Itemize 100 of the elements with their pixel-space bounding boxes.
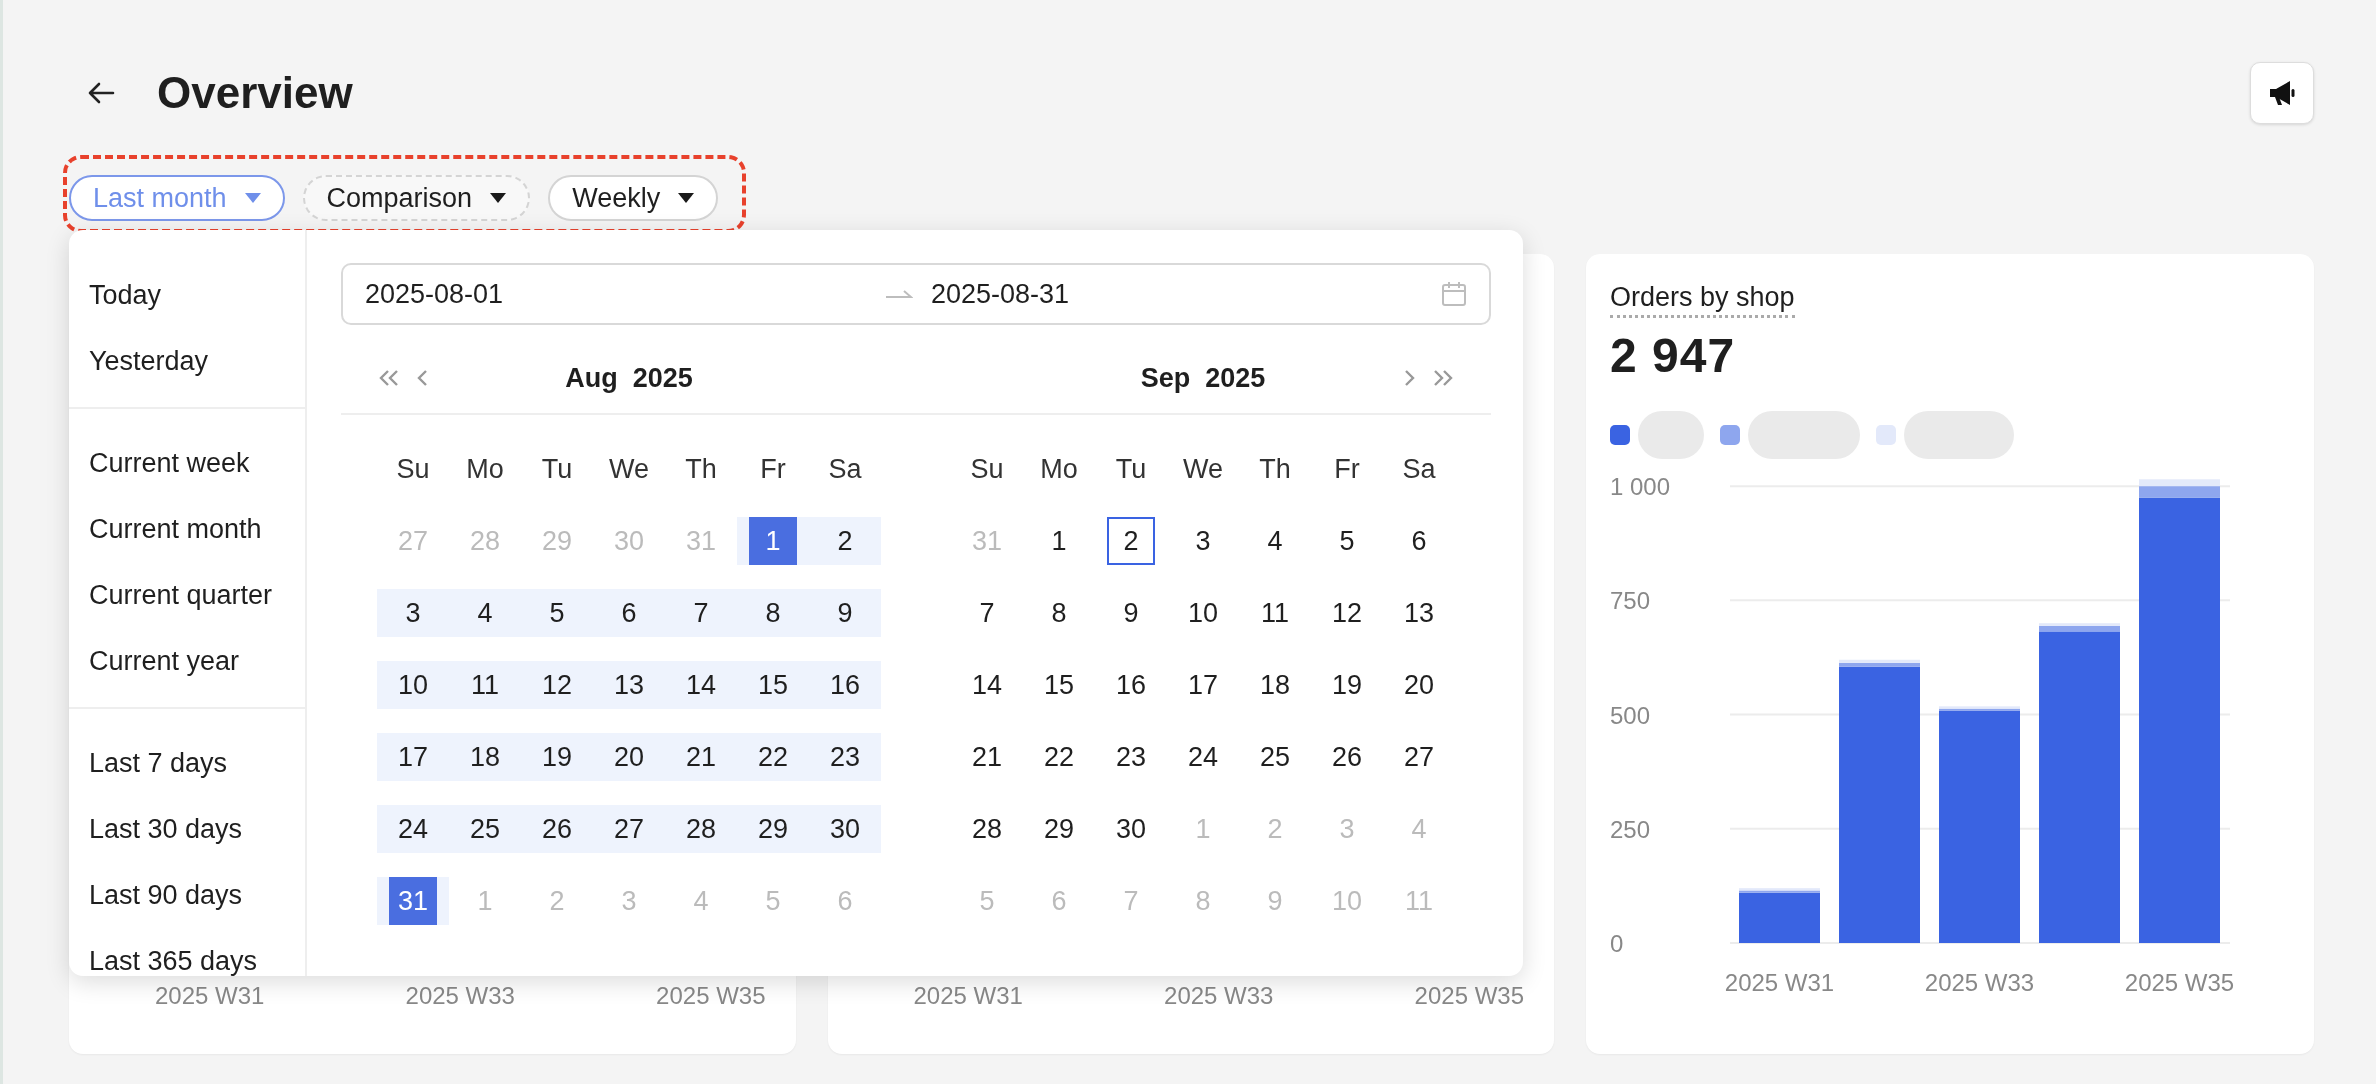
day-cell[interactable]: 8 <box>1023 589 1095 637</box>
axis-label: 0 <box>1610 930 1624 957</box>
axis-label: 2025 W33 <box>1924 969 2035 996</box>
day-cell[interactable]: 15 <box>1023 661 1095 709</box>
weekday-label: Tu <box>540 453 574 486</box>
weekday-label: Th <box>684 453 718 486</box>
double-chevron-left-icon[interactable] <box>377 368 401 388</box>
day-cell[interactable]: 16 <box>809 661 881 709</box>
day-cell[interactable]: 26 <box>1311 733 1383 781</box>
day-cell[interactable]: 24 <box>1167 733 1239 781</box>
day-cell[interactable]: 19 <box>521 733 593 781</box>
day-cell[interactable]: 27 <box>593 805 665 853</box>
day-cell[interactable]: 21 <box>951 733 1023 781</box>
day-cell[interactable]: 18 <box>449 733 521 781</box>
day-cell[interactable]: 29 <box>1023 805 1095 853</box>
preset-option[interactable]: Last 30 days <box>69 796 305 862</box>
card-title: Orders by shop <box>1610 282 1795 318</box>
day-cell[interactable]: 7 <box>665 589 737 637</box>
double-chevron-right-icon[interactable] <box>1431 368 1455 388</box>
preset-option[interactable]: Last 365 days <box>69 928 305 976</box>
day-cell[interactable]: 6 <box>593 589 665 637</box>
day-cell[interactable]: 1 <box>1023 517 1095 565</box>
day-cell[interactable]: 1 <box>737 517 809 565</box>
day-cell[interactable]: 22 <box>1023 733 1095 781</box>
day-cell[interactable]: 17 <box>1167 661 1239 709</box>
start-date: 2025-08-01 <box>365 278 505 310</box>
chevron-right-icon[interactable] <box>1403 368 1417 388</box>
preset-option[interactable]: Today <box>69 262 305 328</box>
preset-option[interactable]: Last 90 days <box>69 862 305 928</box>
day-cell[interactable]: 10 <box>1167 589 1239 637</box>
axis-label: 250 <box>1610 815 1651 843</box>
day-cell[interactable]: 26 <box>521 805 593 853</box>
day-cell[interactable]: 9 <box>809 589 881 637</box>
month-title: Aug 2025 <box>564 362 694 394</box>
day-cell[interactable]: 29 <box>737 805 809 853</box>
day-cell[interactable]: 5 <box>521 589 593 637</box>
axis-label: 2025 W31 <box>913 982 1023 1010</box>
day-cell[interactable]: 28 <box>665 805 737 853</box>
day-cell[interactable]: 21 <box>665 733 737 781</box>
day-cell[interactable]: 14 <box>951 661 1023 709</box>
caret-icon <box>678 193 695 203</box>
weekday-label: Fr <box>759 453 787 486</box>
day-cell[interactable]: 10 <box>377 661 449 709</box>
day-cell[interactable]: 27 <box>1383 733 1455 781</box>
caret-icon <box>490 193 507 203</box>
day-cell[interactable]: 4 <box>449 589 521 637</box>
weekday-label: We <box>608 453 650 486</box>
filter-dropdown[interactable]: Weekly <box>548 175 719 221</box>
day-cell[interactable]: 3 <box>1167 517 1239 565</box>
day-cell[interactable]: 12 <box>1311 589 1383 637</box>
day-cell[interactable]: 30 <box>809 805 881 853</box>
preset-option[interactable]: Current year <box>69 628 305 694</box>
preset-option[interactable]: Current month <box>69 496 305 562</box>
day-cell[interactable]: 13 <box>1383 589 1455 637</box>
day-cell[interactable]: 16 <box>1095 661 1167 709</box>
day-cell[interactable]: 12 <box>521 661 593 709</box>
weekday-label: Mo <box>465 453 505 486</box>
preset-option[interactable]: Current week <box>69 430 305 496</box>
day-cell[interactable]: 28 <box>951 805 1023 853</box>
day-cell[interactable]: 23 <box>809 733 881 781</box>
weekday-label: Tu <box>1114 453 1148 486</box>
day-cell[interactable]: 18 <box>1239 661 1311 709</box>
axis-label: 2025 W31 <box>1724 969 1835 996</box>
day-cell[interactable]: 30 <box>1095 805 1167 853</box>
axis-label: 1 000 <box>1610 473 1671 501</box>
date-range-field[interactable]: 2025-08-01 2025-08-31 <box>341 263 1491 325</box>
day-cell[interactable]: 20 <box>593 733 665 781</box>
day-cell[interactable]: 5 <box>1311 517 1383 565</box>
weekday-label: Fr <box>1333 453 1361 486</box>
day-cell[interactable]: 25 <box>1239 733 1311 781</box>
day-cell[interactable]: 22 <box>737 733 809 781</box>
day-cell[interactable]: 11 <box>1239 589 1311 637</box>
preset-option[interactable]: Last 7 days <box>69 730 305 796</box>
preset-option[interactable]: Yesterday <box>69 328 305 394</box>
day-cell[interactable]: 3 <box>377 589 449 637</box>
day-cell[interactable]: 9 <box>1095 589 1167 637</box>
day-cell[interactable]: 19 <box>1311 661 1383 709</box>
day-cell[interactable]: 25 <box>449 805 521 853</box>
axis-label: 2025 W35 <box>656 982 766 1010</box>
announcements-button[interactable] <box>2250 62 2314 124</box>
day-cell[interactable]: 6 <box>1383 517 1455 565</box>
day-cell[interactable]: 4 <box>1239 517 1311 565</box>
day-cell[interactable]: 13 <box>593 661 665 709</box>
preset-option[interactable]: Current quarter <box>69 562 305 628</box>
day-cell[interactable]: 11 <box>449 661 521 709</box>
day-cell[interactable]: 20 <box>1383 661 1455 709</box>
day-cell[interactable]: 23 <box>1095 733 1167 781</box>
filter-dropdown[interactable]: Comparison <box>302 175 531 221</box>
day-cell[interactable]: 17 <box>377 733 449 781</box>
day-cell[interactable]: 7 <box>951 589 1023 637</box>
day-cell[interactable]: 8 <box>737 589 809 637</box>
weekday-label: Mo <box>1039 453 1079 486</box>
axis-label: 500 <box>1610 701 1651 729</box>
day-cell[interactable]: 24 <box>377 805 449 853</box>
chevron-left-icon[interactable] <box>415 368 429 388</box>
day-cell[interactable]: 15 <box>737 661 809 709</box>
axis-label: 2025 W35 <box>2124 969 2235 996</box>
day-cell[interactable]: 14 <box>665 661 737 709</box>
day-cell[interactable]: 2 <box>809 517 881 565</box>
day-cell[interactable]: 31 <box>377 877 449 925</box>
